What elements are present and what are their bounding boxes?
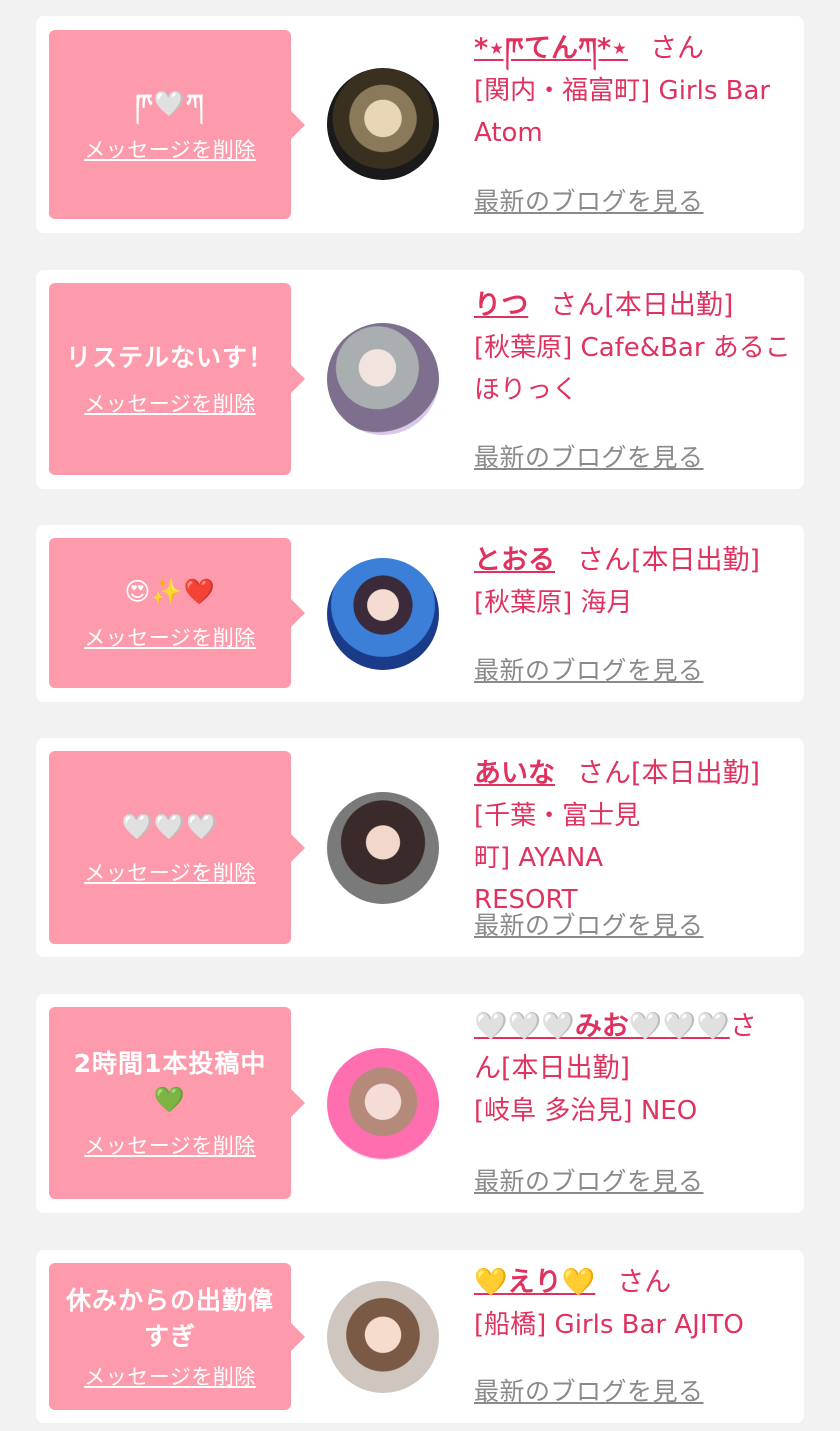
shop-name: [千葉・富士見町] AYANA RESORT	[474, 801, 641, 915]
cast-info: あいな さん[本日出勤] [千葉・富士見町] AYANA RESORT	[474, 753, 792, 921]
delete-message-link[interactable]: メッセージを削除	[84, 622, 256, 652]
honorific: さん	[577, 758, 631, 789]
message-text: 😍✨❤️	[124, 577, 216, 606]
message-card: リステルないす！ メッセージを削除 りつ さん[本日出勤] [秋葉原] Cafe&…	[36, 270, 804, 489]
latest-blog-link[interactable]: 最新のブログを見る	[474, 438, 704, 474]
latest-blog-link[interactable]: 最新のブログを見る	[474, 906, 704, 942]
cast-name-link[interactable]: とおる	[474, 545, 555, 576]
honorific: さん	[617, 1267, 672, 1298]
cast-info: *⋆ཫてんཀ*⋆ さん [関内・福富町] Girls Bar Atom	[474, 28, 792, 154]
message-text: 2時間1本投稿中💚	[73, 1049, 267, 1114]
message-bubble: 休みからの出勤偉すぎ メッセージを削除	[49, 1263, 305, 1410]
cast-name-link[interactable]: あいな	[474, 758, 555, 789]
message-bubble: 2時間1本投稿中💚 メッセージを削除	[49, 1007, 305, 1199]
status-badge: [本日出勤]	[501, 1053, 631, 1084]
shop-name: [船橋] Girls Bar AJITO	[474, 1310, 744, 1340]
avatar[interactable]	[327, 1048, 439, 1160]
cast-info: 💛えり💛 さん [船橋] Girls Bar AJITO	[474, 1262, 792, 1346]
message-bubble: 😍✨❤️ メッセージを削除	[49, 538, 305, 688]
honorific: さん	[650, 33, 705, 64]
delete-message-link[interactable]: メッセージを削除	[84, 1130, 256, 1160]
cast-name-link[interactable]: 🤍🤍🤍みお🤍🤍🤍	[474, 1011, 730, 1042]
honorific: さん	[550, 290, 605, 321]
shop-name: [岐阜 多治見] NEO	[474, 1096, 698, 1126]
shop-name: [秋葉原] 海月	[474, 588, 633, 618]
message-bubble: 🤍🤍🤍 メッセージを削除	[49, 751, 305, 944]
latest-blog-link[interactable]: 最新のブログを見る	[474, 1162, 704, 1198]
avatar[interactable]	[327, 323, 439, 435]
shop-name: [秋葉原] Cafe&Bar あるこほりっく	[474, 333, 791, 405]
delete-message-link[interactable]: メッセージを削除	[84, 134, 256, 164]
delete-message-link[interactable]: メッセージを削除	[84, 857, 256, 887]
cast-name-link[interactable]: *⋆ཫてんཀ*⋆	[474, 33, 628, 64]
honorific: さん	[577, 545, 631, 576]
avatar[interactable]	[327, 792, 439, 904]
message-card: 🤍🤍🤍 メッセージを削除 あいな さん[本日出勤] [千葉・富士見町] AYANA…	[36, 738, 804, 957]
avatar[interactable]	[327, 558, 439, 670]
message-card: ཫ🤍ཀ メッセージを削除 *⋆ཫてんཀ*⋆ さん [関内・福富町] Girls B…	[36, 16, 804, 233]
cast-name-link[interactable]: 💛えり💛	[474, 1267, 595, 1298]
message-text: ཫ🤍ཀ	[135, 88, 205, 118]
shop-name: [関内・福富町] Girls Bar Atom	[474, 76, 771, 148]
message-text: 🤍🤍🤍	[121, 811, 219, 841]
message-text: リステルないす！	[65, 343, 274, 372]
status-badge: [本日出勤]	[604, 290, 734, 321]
latest-blog-link[interactable]: 最新のブログを見る	[474, 1372, 704, 1408]
message-bubble: ཫ🤍ཀ メッセージを削除	[49, 30, 305, 219]
message-card: 休みからの出勤偉すぎ メッセージを削除 💛えり💛 さん [船橋] Girls Ba…	[36, 1250, 804, 1423]
cast-info: りつ さん[本日出勤] [秋葉原] Cafe&Bar あるこほりっく	[474, 285, 792, 411]
cast-info: 🤍🤍🤍みお🤍🤍🤍さん[本日出勤] [岐阜 多治見] NEO	[474, 1006, 792, 1132]
message-bubble: リステルないす！ メッセージを削除	[49, 283, 305, 475]
latest-blog-link[interactable]: 最新のブログを見る	[474, 651, 704, 687]
message-card: 2時間1本投稿中💚 メッセージを削除 🤍🤍🤍みお🤍🤍🤍さん[本日出勤] [岐阜 …	[36, 994, 804, 1213]
avatar[interactable]	[327, 1281, 439, 1393]
delete-message-link[interactable]: メッセージを削除	[84, 388, 256, 418]
message-card: 😍✨❤️ メッセージを削除 とおる さん[本日出勤] [秋葉原] 海月 最新のブロ…	[36, 525, 804, 702]
delete-message-link[interactable]: メッセージを削除	[84, 1361, 256, 1391]
avatar[interactable]	[327, 68, 439, 180]
cast-name-link[interactable]: りつ	[474, 290, 528, 321]
status-badge: [本日出勤]	[631, 758, 761, 789]
status-badge: [本日出勤]	[631, 545, 761, 576]
latest-blog-link[interactable]: 最新のブログを見る	[474, 182, 704, 218]
message-text: 休みからの出勤偉すぎ	[65, 1285, 274, 1351]
cast-info: とおる さん[本日出勤] [秋葉原] 海月	[474, 540, 792, 624]
